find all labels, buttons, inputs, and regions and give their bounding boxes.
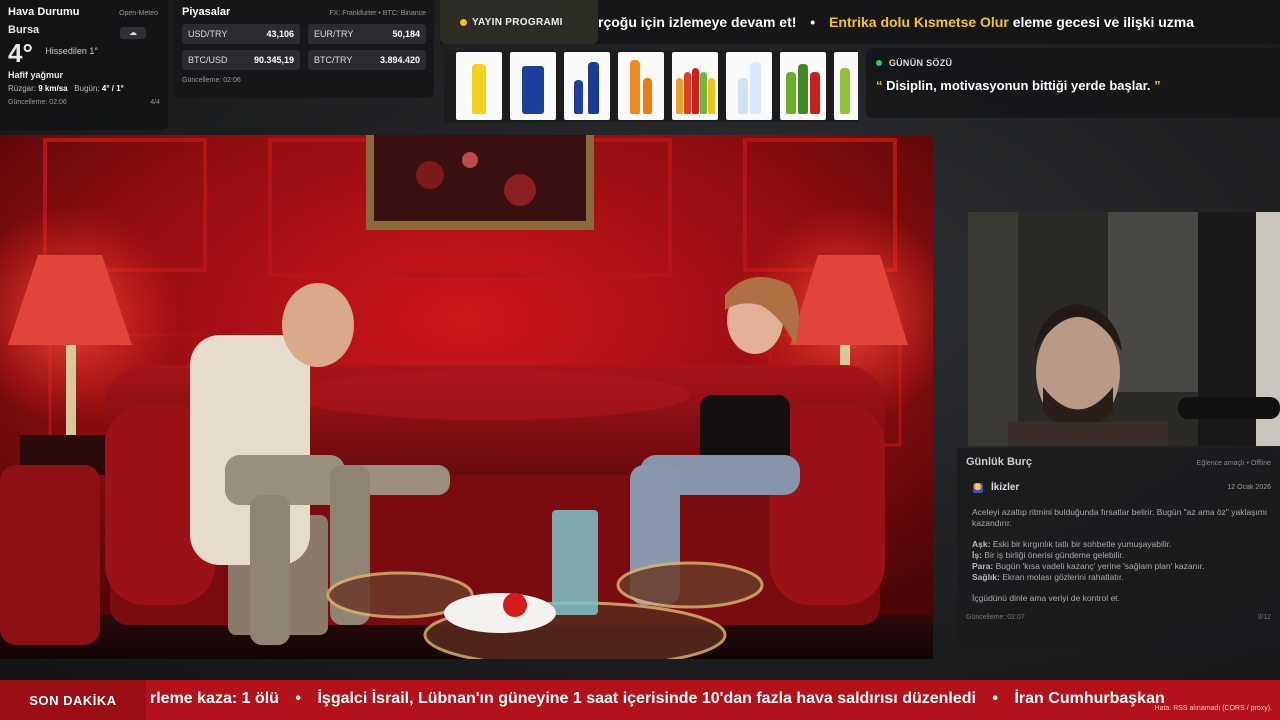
rate-pair: EUR/TRY (314, 29, 354, 39)
daily-horoscope: Günlük Burç Eğlence amaçlı • Offline ♊ İ… (957, 448, 1280, 648)
quote-text: “ Disiplin, motivasyonun bittiği yerde b… (876, 78, 1270, 93)
rate-pair: BTC/TRY (314, 55, 353, 65)
horoscope-updated: Güncelleme: 02:07 (966, 614, 1025, 621)
news-separator: • (992, 690, 999, 707)
love-text: Eski bir kırgınlık tatlı bir sohbetle yu… (992, 539, 1172, 549)
markets-source: FX: Frankfurter • BTC: Binance (329, 10, 426, 17)
ticker-item: rçoğu için izlemeye devam et! (598, 14, 797, 30)
sponsor-products-strip (444, 50, 858, 122)
horoscope-date: 12 Ocak 2026 (1227, 484, 1271, 491)
work-text: Bir iş birliği önerisi gündeme gelebilir… (984, 550, 1125, 560)
love-label: Aşk: (972, 539, 991, 549)
webcam-image (968, 212, 1280, 446)
rate-pair: USD/TRY (188, 29, 228, 39)
news-item: rleme kaza: 1 ölü (150, 690, 279, 707)
top-ticker-text: rçoğu için izlemeye devam et! • Entrika … (598, 14, 1194, 30)
product-image (780, 52, 826, 120)
product-image (726, 52, 772, 120)
weather-temperature: 4° (8, 38, 33, 68)
rate-value: 43,106 (266, 29, 294, 39)
broadcast-schedule-label: YAYIN PROGRAMI (440, 0, 598, 44)
wind-label: Rüzgar: (8, 84, 37, 93)
today-value: 4° / 1° (101, 84, 124, 93)
horoscope-source: Eğlence amaçlı • Offline (1196, 460, 1271, 467)
quote-of-the-day: GÜNÜN SÖZÜ “ Disiplin, motivasyonun bitt… (866, 48, 1280, 118)
rate-btc-usd: BTC/USD 90.345,19 (182, 50, 300, 70)
money-text: Bugün 'kısa vadeli kazanç' yerine 'sağla… (995, 561, 1205, 571)
ticker-highlight: Entrika dolu Kısmetse Olur (829, 14, 1009, 30)
horoscope-advice: İçgüdünü dinle ama veriyi de kontrol et. (972, 593, 1120, 603)
broadcast-schedule-text: YAYIN PROGRAMI (472, 16, 563, 28)
markets-updated: Güncelleme: 02:06 (182, 77, 241, 84)
horoscope-details: Aşk: Eski bir kırgınlık tatlı bir sohbet… (972, 539, 1271, 583)
gemini-icon: ♊ (973, 482, 983, 493)
rate-value: 90.345,19 (253, 55, 294, 65)
rate-value: 3.894.420 (379, 55, 420, 65)
weather-updated: Güncelleme: 02:06 (8, 99, 67, 106)
news-item: İşgalci İsrail, Lübnan'ın güneyine 1 saa… (317, 690, 976, 707)
rate-value: 50,184 (392, 29, 420, 39)
news-item: İran Cumhurbaşkan (1014, 690, 1165, 707)
top-ticker: YAYIN PROGRAMI rçoğu için izlemeye devam… (440, 0, 1280, 44)
quote-body: Disiplin, motivasyonun bittiği yerde baş… (886, 78, 1151, 93)
product-image (510, 52, 556, 120)
weather-feels-like: Hissedilen 1° (45, 46, 98, 56)
today-label: Bugün: (74, 84, 100, 93)
wind-value: 9 km/sa (38, 84, 68, 93)
breaking-news-label: SON DAKİKA (0, 680, 146, 720)
horoscope-sign: İkizler (991, 482, 1020, 493)
product-image (618, 52, 664, 120)
health-label: Sağlık: (972, 572, 1000, 582)
horoscope-page: 3/12 (1257, 614, 1271, 621)
product-image (672, 52, 718, 120)
studio-scene-image (0, 135, 933, 659)
weather-source: Open-Meteo (119, 10, 158, 17)
product-image (456, 52, 502, 120)
health-text: Ekran molası gözlerini rahatlatır. (1002, 572, 1124, 582)
markets-widget: Piyasalar FX: Frankfurter • BTC: Binance… (174, 0, 434, 98)
status-dot-icon (876, 60, 882, 66)
dot-icon (460, 18, 467, 26)
weather-footer: Güncelleme: 02:06 4/4 (8, 99, 160, 106)
breaking-news-bar: SON DAKİKA rleme kaza: 1 ölü • İşgalci İ… (0, 680, 1280, 720)
main-video-feed (0, 135, 933, 659)
rss-error-message: Hata: RSS alınamadı (CORS / proxy). (1154, 705, 1272, 712)
markets-title: Piyasalar (182, 6, 231, 18)
work-label: İş: (972, 550, 982, 560)
weather-details: Rüzgar: 9 km/sa Bugün: 4° / 1° (8, 84, 160, 93)
ticker-item: eleme gecesi ve ilişki uzma (1008, 14, 1195, 30)
rate-btc-try: BTC/TRY 3.894.420 (308, 50, 426, 70)
cloud-rain-icon: ☁ (120, 27, 146, 39)
rate-usd-try: USD/TRY 43,106 (182, 24, 300, 44)
weather-widget: Hava Durumu Open-Meteo Bursa ☁ 4° Hissed… (0, 0, 168, 130)
weather-description: Hafif yağmur (8, 70, 64, 80)
breaking-news-ticker: rleme kaza: 1 ölü • İşgalci İsrail, Lübn… (150, 690, 1165, 708)
money-label: Para: (972, 561, 994, 571)
quote-close-mark: ” (1154, 78, 1161, 93)
horoscope-body: Aceleyi azaltıp ritmini bulduğunda fırsa… (966, 507, 1271, 604)
product-image (834, 52, 858, 120)
streamer-webcam (968, 212, 1280, 446)
weather-page: 4/4 (150, 99, 160, 106)
horoscope-title: Günlük Burç (966, 456, 1033, 468)
news-separator: • (295, 690, 302, 707)
product-image (564, 52, 610, 120)
horoscope-intro: Aceleyi azaltıp ritmini bulduğunda fırsa… (972, 507, 1268, 528)
quote-open-mark: “ (876, 78, 883, 93)
rate-eur-try: EUR/TRY 50,184 (308, 24, 426, 44)
rate-pair: BTC/USD (188, 55, 228, 65)
quote-label: GÜNÜN SÖZÜ (876, 58, 1270, 68)
quote-label-text: GÜNÜN SÖZÜ (888, 58, 953, 68)
ticker-separator: • (810, 14, 816, 30)
